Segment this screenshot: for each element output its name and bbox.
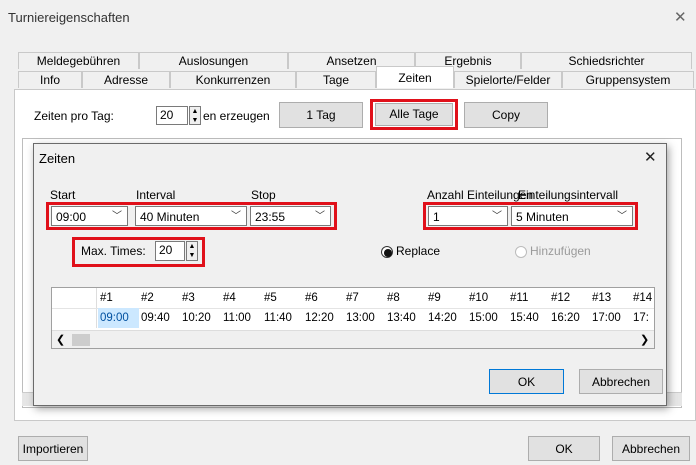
grid-header-row: #1 #2 #3 #4 #5 #6 #7 #8 #9 #10 #11 #12 #… [98, 288, 654, 308]
chevron-down-icon: ﹀ [492, 211, 502, 222]
grid-value-cell[interactable]: 11:00 [223, 308, 251, 328]
grid-value-cell[interactable]: 17: [633, 308, 653, 328]
times-per-day-label: Zeiten pro Tag: [34, 109, 114, 123]
scroll-right-icon[interactable]: ❯ [640, 333, 649, 346]
grid-value-cell[interactable]: 16:20 [551, 308, 580, 328]
grid-value-cell[interactable]: 09:40 [141, 308, 170, 328]
outer-ok-button[interactable]: OK [528, 436, 600, 461]
tab-auslosungen[interactable]: Auslosungen [139, 52, 288, 69]
grid-value-cell[interactable]: 13:40 [387, 308, 416, 328]
grid-value-cell[interactable]: 11:40 [264, 308, 292, 328]
grid-value-cell[interactable]: 17:00 [592, 308, 621, 328]
zeiten-dialog: Zeiten ✕ Start Interval Stop 09:00 ﹀ 40 … [33, 143, 667, 406]
tab-meldegebuehren[interactable]: Meldegebühren [18, 52, 139, 69]
add-label: Hinzufügen [530, 244, 591, 258]
grid-value-cell[interactable]: 10:20 [182, 308, 211, 328]
stop-value: 23:55 [255, 210, 286, 224]
start-label: Start [50, 188, 76, 202]
tab-row-2: Info Adresse Konkurrenzen Tage Zeiten Sp… [18, 66, 694, 88]
grid-header-cell: #12 [551, 292, 571, 304]
grid-header-cell: #3 [182, 292, 195, 304]
grid-scrollbar[interactable]: ❮ ❯ [52, 330, 654, 348]
chevron-down-icon: ﹀ [231, 211, 241, 222]
times-per-day-input[interactable]: 20 [156, 106, 188, 125]
max-times-spinner[interactable]: ▲ ▼ [186, 241, 198, 261]
dialog-close-icon[interactable]: ✕ [644, 148, 657, 166]
grid-value-cell-selected[interactable]: 09:00 [98, 308, 139, 328]
tab-tage[interactable]: Tage [296, 71, 376, 88]
einteilungsintervall-value: 5 Minuten [516, 210, 569, 224]
max-times-label: Max. Times: [81, 244, 146, 258]
tab-adresse[interactable]: Adresse [82, 71, 170, 88]
chevron-down-icon: ﹀ [112, 211, 122, 222]
add-radio[interactable] [515, 246, 527, 258]
grid-header-cell: #4 [223, 292, 236, 304]
grid-value-cell[interactable]: 15:00 [469, 308, 498, 328]
dialog-ok-button[interactable]: OK [489, 369, 564, 394]
grid-value-cell[interactable]: 12:20 [305, 308, 334, 328]
dialog-title: Zeiten [39, 151, 76, 166]
generate-label: en erzeugen [203, 109, 270, 123]
dialog-cancel-button[interactable]: Abbrechen [579, 369, 663, 394]
scroll-left-icon[interactable]: ❮ [56, 333, 65, 346]
einteilungsintervall-select[interactable]: 5 Minuten ﹀ [511, 206, 633, 226]
outer-cancel-button[interactable]: Abbrechen [612, 436, 690, 461]
tab-row-1: Meldegebühren Auslosungen Ansetzen Ergeb… [18, 52, 692, 69]
all-days-button[interactable]: Alle Tage [375, 103, 453, 126]
close-icon[interactable]: ✕ [674, 8, 687, 26]
grid-header-cell: #5 [264, 292, 277, 304]
one-day-button[interactable]: 1 Tag [279, 102, 363, 128]
grid-header-cell: #6 [305, 292, 318, 304]
times-grid: #1 #2 #3 #4 #5 #6 #7 #8 #9 #10 #11 #12 #… [51, 287, 655, 349]
anzahl-value: 1 [433, 210, 440, 224]
interval-value: 40 Minuten [140, 210, 200, 224]
grid-value-cell[interactable]: 13:00 [346, 308, 375, 328]
grid-header-cell: #9 [428, 292, 441, 304]
import-button[interactable]: Importieren [18, 436, 88, 461]
einteilungsintervall-label: Einteilungsintervall [518, 188, 619, 202]
replace-radio[interactable] [381, 246, 393, 258]
stop-label: Stop [251, 188, 276, 202]
scrollbar-thumb[interactable] [72, 334, 90, 346]
tab-info[interactable]: Info [18, 71, 82, 88]
grid-header-cell: #14 [633, 292, 653, 304]
chevron-down-icon: ﹀ [617, 211, 627, 222]
max-times-input[interactable]: 20 [155, 241, 185, 261]
grid-header-cell: #13 [592, 292, 612, 304]
copy-button[interactable]: Copy [464, 102, 548, 128]
grid-header-cell: #1 [100, 292, 113, 304]
grid-header-cell: #7 [346, 292, 359, 304]
interval-label: Interval [136, 188, 176, 202]
grid-header-cell: #11 [510, 292, 529, 304]
grid-value-cell[interactable]: 15:40 [510, 308, 539, 328]
start-value: 09:00 [56, 210, 87, 224]
stop-select[interactable]: 23:55 ﹀ [250, 206, 331, 226]
tab-gruppensystem[interactable]: Gruppensystem [562, 71, 694, 88]
grid-header-cell: #10 [469, 292, 489, 304]
replace-label: Replace [396, 244, 441, 258]
grid-header-cell: #8 [387, 292, 400, 304]
times-per-day-spinner[interactable]: ▲ ▼ [189, 106, 201, 125]
start-select[interactable]: 09:00 ﹀ [51, 206, 128, 226]
grid-value-cell[interactable]: 14:20 [428, 308, 457, 328]
grid-value-row: 09:00 09:40 10:20 11:00 11:40 12:20 13:0… [98, 308, 654, 328]
tab-zeiten[interactable]: Zeiten [376, 66, 454, 88]
chevron-down-icon: ﹀ [315, 211, 325, 222]
grid-header-cell: #2 [141, 292, 154, 304]
tab-konkurrenzen[interactable]: Konkurrenzen [170, 71, 296, 88]
interval-select[interactable]: 40 Minuten ﹀ [135, 206, 247, 226]
anzahl-select[interactable]: 1 ﹀ [428, 206, 508, 226]
window-title: Turniereigenschaften [8, 10, 130, 25]
tab-schiedsrichter[interactable]: Schiedsrichter [521, 52, 692, 69]
tab-spielorte-felder[interactable]: Spielorte/Felder [454, 71, 562, 88]
